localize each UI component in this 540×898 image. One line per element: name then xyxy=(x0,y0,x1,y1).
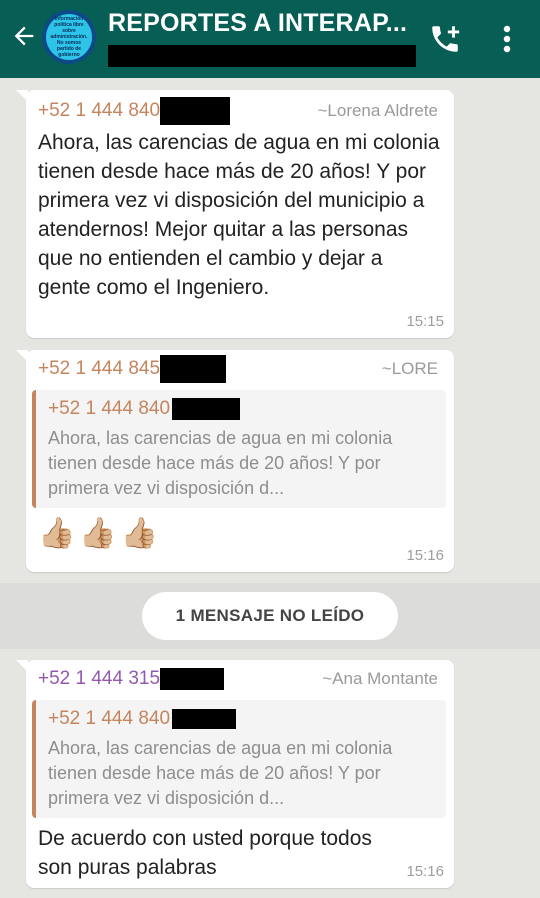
chat-header: Información política libre sobre adminis… xyxy=(0,0,540,78)
thumbs-up-emojis: 👍🏼👍🏼👍🏼 xyxy=(38,517,163,550)
bubble-tail xyxy=(16,90,28,102)
bubble-tail xyxy=(16,660,28,672)
sender-number[interactable]: +52 1 444 315 xyxy=(38,668,225,690)
message-time: 15:15 xyxy=(406,313,444,330)
redacted-digits xyxy=(172,709,237,729)
quoted-sender: +52 1 444 840 xyxy=(48,398,241,420)
quoted-message[interactable]: +52 1 444 840 Ahora, las carencias de ag… xyxy=(32,700,446,818)
unread-messages-badge: 1 MENSAJE NO LEÍDO xyxy=(142,592,398,640)
avatar-text: Información política libre sobre adminis… xyxy=(46,14,92,60)
message-bubble[interactable]: +52 1 444 840 ~Lorena Aldrete Ahora, las… xyxy=(16,90,454,338)
group-avatar[interactable]: Información política libre sobre adminis… xyxy=(42,10,96,64)
sender-row: +52 1 444 315 ~Ana Montante xyxy=(38,666,438,692)
sender-number[interactable]: +52 1 444 840 xyxy=(38,97,231,125)
sender-alias: ~LORE xyxy=(381,359,438,378)
sender-row: +52 1 444 845 ~LORE xyxy=(38,355,438,383)
message-bubble[interactable]: +52 1 444 845 ~LORE +52 1 444 840 Ahora,… xyxy=(16,350,454,572)
group-title[interactable]: REPORTES A INTERAP... xyxy=(108,9,407,38)
add-call-icon[interactable] xyxy=(428,22,462,56)
message-text: De acuerdo con usted porque todos son pu… xyxy=(38,827,372,879)
redacted-digits xyxy=(160,97,231,125)
quoted-sender: +52 1 444 840 xyxy=(48,708,237,730)
sender-alias: ~Lorena Aldrete xyxy=(317,101,438,120)
more-vert-icon[interactable] xyxy=(500,24,514,54)
back-arrow-icon[interactable] xyxy=(10,22,38,50)
message-bubble[interactable]: +52 1 444 315 ~Ana Montante +52 1 444 84… xyxy=(16,660,454,888)
redacted-digits xyxy=(160,668,225,690)
bubble-tail xyxy=(16,350,28,362)
sender-alias: ~Ana Montante xyxy=(322,669,438,688)
sender-row: +52 1 444 840 ~Lorena Aldrete xyxy=(38,97,438,125)
redacted-digits xyxy=(172,398,241,420)
message-list[interactable]: +52 1 444 840 ~Lorena Aldrete Ahora, las… xyxy=(0,78,540,898)
sender-number[interactable]: +52 1 444 845 xyxy=(38,355,227,383)
redacted-subtitle xyxy=(108,45,416,67)
quoted-text: Ahora, las carencias de agua en mi colon… xyxy=(48,738,393,808)
message-text: Ahora, las carencias de agua en mi colon… xyxy=(38,131,440,299)
message-time: 15:16 xyxy=(406,863,444,880)
redacted-digits xyxy=(160,355,227,383)
quoted-text: Ahora, las carencias de agua en mi colon… xyxy=(48,428,393,498)
message-time: 15:16 xyxy=(406,547,444,564)
quoted-message[interactable]: +52 1 444 840 Ahora, las carencias de ag… xyxy=(32,390,446,508)
